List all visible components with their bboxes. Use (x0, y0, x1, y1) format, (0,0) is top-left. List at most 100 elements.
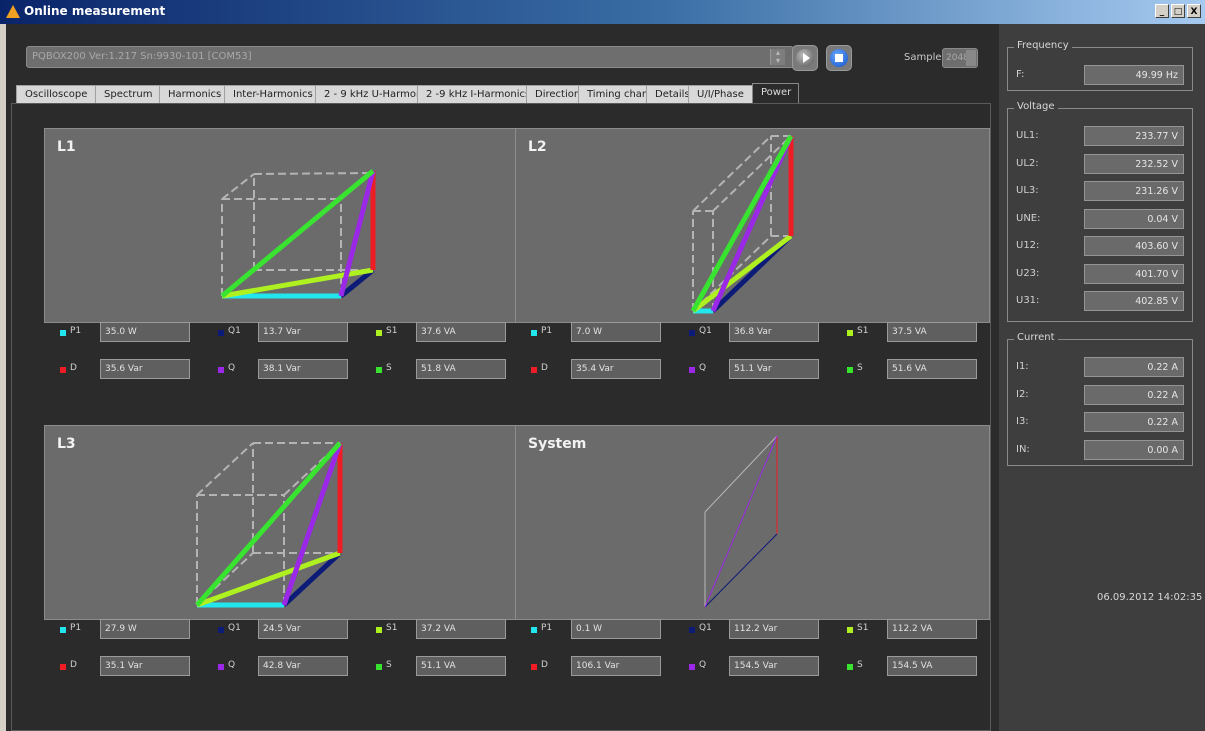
tab-u-i-phase[interactable]: U/I/Phase (688, 85, 753, 104)
legend-swatch (847, 367, 853, 373)
minimize-button[interactable]: _ (1155, 4, 1169, 18)
value-field: 37.5 VA (887, 322, 977, 342)
legend-name: S (386, 660, 392, 670)
legend-s-system: S 154.5 VA (847, 656, 997, 678)
legend-swatch (218, 664, 224, 670)
current-group: Current I1: 0.22 A I2: 0.22 A I3: 0.22 A IN… (1007, 332, 1193, 466)
tab-oscilloscope[interactable]: Oscilloscope (16, 85, 96, 104)
tab-inter-harmonics[interactable]: Inter-Harmonics (224, 85, 316, 104)
restore-button[interactable]: □ (1171, 4, 1185, 18)
device-select-spinner-icon[interactable]: ▴ ▾ (770, 49, 785, 65)
legend-name: D (541, 363, 548, 373)
legend-s-l3: S 51.1 VA (376, 656, 526, 678)
legend-q-l1: Q 38.1 Var (218, 359, 368, 381)
value-text: 27.9 W (105, 624, 137, 634)
current-value: 0.22 A (1147, 389, 1178, 401)
value-text: 7.0 W (576, 327, 603, 337)
sample-spin-arrows-icon[interactable] (966, 50, 976, 66)
value-field: 51.8 VA (416, 359, 506, 379)
legend-name: D (541, 660, 548, 670)
power-plot-system: System (515, 425, 990, 620)
value-field: 51.1 VA (416, 656, 506, 676)
sample-spinbox[interactable]: 2048 (942, 48, 978, 68)
play-icon (796, 49, 814, 67)
value-field: 27.9 W (100, 619, 190, 639)
legend-d-l2: D 35.4 Var (531, 359, 681, 381)
legend-swatch (60, 330, 66, 336)
tab-harmonics[interactable]: Harmonics (159, 85, 225, 104)
legend-name: S1 (857, 326, 869, 336)
voltage-row-ul2: UL2: 232.52 V (1016, 153, 1186, 174)
legend-p1-l2: P1 7.0 W (531, 322, 681, 344)
value-field: 154.5 VA (887, 656, 977, 676)
value-field: 37.6 VA (416, 322, 506, 342)
tab-2-9-khz-u-harmonics[interactable]: 2 - 9 kHz U-Harmonics (315, 85, 436, 104)
value-field: 35.0 W (100, 322, 190, 342)
tab-details[interactable]: Details (646, 85, 690, 104)
legend-swatch (376, 330, 382, 336)
legend-name: Q (699, 660, 707, 670)
value-field: 35.1 Var (100, 656, 190, 676)
tab-spectrum[interactable]: Spectrum (95, 85, 160, 104)
current-label: IN: (1016, 443, 1030, 455)
sample-label: Sample: (904, 52, 945, 63)
legend-name: Q (699, 363, 707, 373)
voltage-row-ul1: UL1: 233.77 V (1016, 126, 1186, 146)
legend-q1-l2: Q1 36.8 Var (689, 322, 839, 344)
play-button[interactable] (792, 45, 818, 71)
legend-d-l1: D 35.6 Var (60, 359, 210, 381)
value-text: 36.8 Var (734, 327, 772, 337)
value-field: 7.0 W (571, 322, 661, 342)
value-text: 24.5 Var (263, 624, 301, 634)
legend-swatch (60, 627, 66, 633)
current-row-in: IN: 0.00 A (1016, 439, 1186, 460)
tab-2-9-khz-i-harmonics[interactable]: 2 -9 kHz I-Harmonics (417, 85, 530, 104)
stop-button[interactable] (826, 45, 852, 71)
value-text: 112.2 Var (734, 624, 778, 634)
legend-swatch (689, 330, 695, 336)
legend-p1-l1: P1 35.0 W (60, 322, 210, 344)
value-field: 0.1 W (571, 619, 661, 639)
title-bar: Online measurement _ □ X (0, 0, 1205, 24)
legend-q-system: Q 154.5 Var (689, 656, 839, 678)
legend-swatch (847, 330, 853, 336)
value-text: 38.1 Var (263, 364, 301, 374)
tab-direction[interactable]: Direction (526, 85, 580, 104)
value-field: 35.6 Var (100, 359, 190, 379)
voltage-value-field: 232.52 V (1084, 153, 1184, 174)
current-value-field: 0.22 A (1084, 384, 1184, 405)
power-plot-l1: L1 (44, 128, 519, 323)
frequency-group: Frequency F: 49.99 Hz (1007, 40, 1193, 91)
legend-s1-l1: S1 37.6 VA (376, 322, 526, 344)
legend-name: Q (228, 660, 236, 670)
power-tab-panel: L1 P1 35.0 W Q1 13.7 Var S1 37.6 VA D 35… (11, 103, 991, 731)
value-text: 35.6 Var (105, 364, 143, 374)
current-value-field: 0.22 A (1084, 357, 1184, 377)
close-button[interactable]: X (1187, 4, 1201, 18)
value-text: 13.7 Var (263, 327, 301, 337)
value-field: 51.1 Var (729, 359, 819, 379)
value-text: 154.5 Var (734, 661, 778, 671)
legend-swatch (847, 664, 853, 670)
legend-name: S (857, 363, 863, 373)
voltage-label: UL3: (1016, 185, 1039, 196)
value-text: 51.8 VA (421, 364, 456, 374)
legend-swatch (531, 627, 537, 633)
tab-timing-chart[interactable]: Timing chart (578, 85, 650, 104)
device-select[interactable]: PQBOX200 Ver:1.217 Sn:9930-101 [COM53] ▴… (26, 46, 794, 68)
value-field: 112.2 VA (887, 619, 977, 639)
voltage-row-u12: U12: 403.60 V (1016, 236, 1186, 256)
tab-power[interactable]: Power (752, 83, 799, 104)
app-icon (6, 5, 20, 18)
current-label: I1: (1016, 361, 1029, 372)
legend-name: P1 (541, 623, 553, 633)
voltage-label: U23: (1016, 267, 1040, 279)
legend-name: S1 (386, 326, 398, 336)
legend-swatch (531, 664, 537, 670)
current-row-i3: I3: 0.22 A (1016, 412, 1186, 432)
current-value: 0.22 A (1147, 417, 1178, 428)
current-row-i2: I2: 0.22 A (1016, 384, 1186, 405)
q1-vector (704, 533, 778, 608)
legend-name: P1 (541, 326, 553, 336)
legend-p1-l3: P1 27.9 W (60, 619, 210, 641)
